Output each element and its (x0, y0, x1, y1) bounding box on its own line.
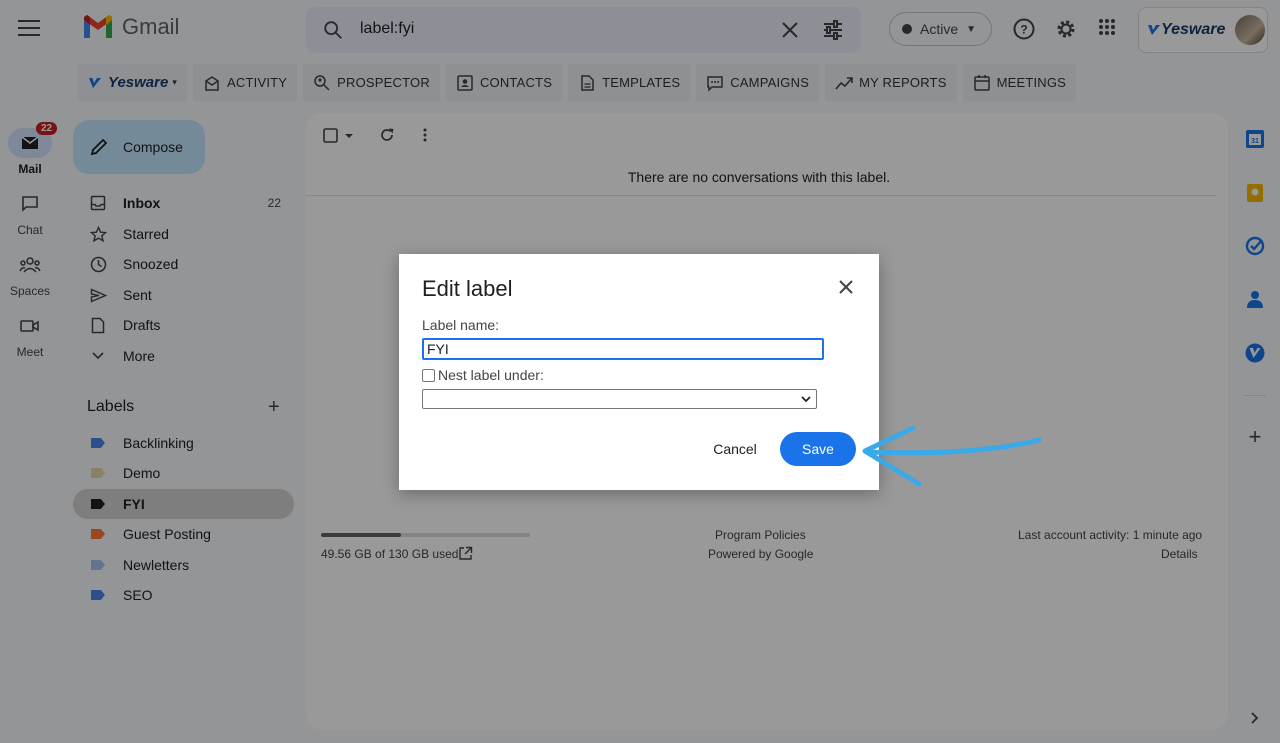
edit-label-dialog: Edit label Label name: Nest label under:… (399, 254, 879, 490)
chevron-down-icon (801, 396, 811, 403)
label-name-input[interactable] (422, 338, 824, 360)
dialog-title: Edit label (422, 276, 513, 301)
parent-label-select[interactable] (422, 389, 817, 409)
nest-label-row: Nest label under: (422, 367, 544, 383)
label-name-caption: Label name: (422, 317, 500, 333)
close-icon[interactable] (837, 278, 855, 296)
nest-label-caption: Nest label under: (438, 367, 544, 383)
save-button[interactable]: Save (780, 432, 856, 466)
nest-label-checkbox[interactable] (422, 368, 435, 382)
cancel-button[interactable]: Cancel (699, 432, 771, 466)
annotation-arrow-icon (862, 425, 1042, 487)
